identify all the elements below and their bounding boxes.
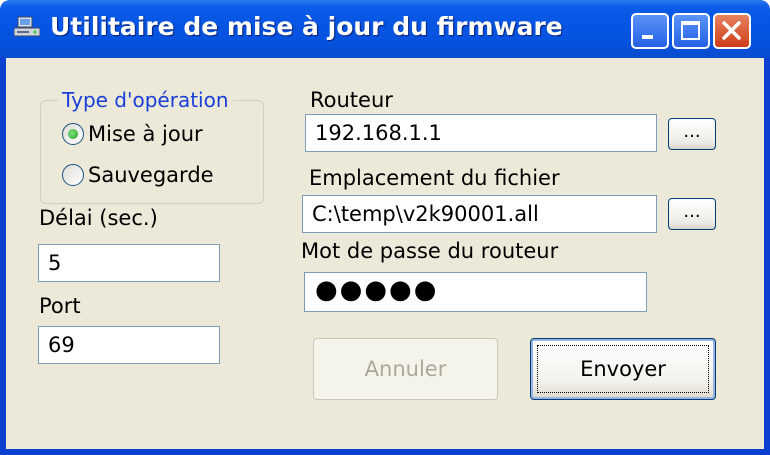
minimize-button[interactable] — [631, 13, 669, 49]
radio-update-option[interactable]: Mise à jour — [62, 121, 203, 147]
radio-update-label: Mise à jour — [88, 122, 203, 146]
operation-type-group — [40, 100, 264, 204]
maximize-button[interactable] — [672, 13, 710, 49]
port-input[interactable]: 69 — [38, 326, 220, 364]
file-browse-button[interactable]: ... — [668, 198, 716, 230]
close-icon — [722, 21, 741, 40]
file-location-input[interactable]: C:\temp\v2k90001.all — [302, 195, 657, 233]
minimize-icon — [642, 35, 653, 39]
router-address-input[interactable]: 192.168.1.1 — [305, 114, 657, 152]
radio-update[interactable] — [62, 123, 84, 145]
window-title: Utilitaire de mise à jour du firmware — [50, 12, 563, 41]
radio-backup-label: Sauvegarde — [88, 163, 214, 187]
radio-backup-option[interactable]: Sauvegarde — [62, 162, 214, 188]
cancel-button[interactable]: Annuler — [313, 338, 498, 400]
cancel-button-label: Annuler — [364, 357, 447, 381]
dialog-client-area: Type d'opération Mise à jour Sauvegarde … — [6, 58, 764, 449]
delay-input[interactable]: 5 — [38, 244, 220, 282]
close-button[interactable] — [713, 13, 751, 49]
title-bar[interactable]: Utilitaire de mise à jour du firmware — [0, 0, 770, 58]
router-browse-button[interactable]: ... — [668, 118, 716, 150]
router-label: Routeur — [310, 88, 393, 112]
radio-selected-dot — [68, 129, 78, 139]
send-button[interactable]: Envoyer — [530, 338, 716, 400]
port-label: Port — [39, 294, 81, 318]
radio-backup[interactable] — [62, 164, 84, 186]
maximize-icon — [681, 21, 700, 40]
operation-type-legend: Type d'opération — [58, 88, 233, 112]
delay-label: Délai (sec.) — [39, 206, 158, 230]
router-password-input[interactable]: ●●●●● — [304, 272, 647, 312]
send-button-label: Envoyer — [580, 357, 666, 381]
router-password-label: Mot de passe du routeur — [301, 239, 559, 263]
file-location-label: Emplacement du fichier — [309, 166, 560, 190]
firmware-utility-window: Utilitaire de mise à jour du firmware Ty… — [0, 0, 770, 455]
computer-disk-icon — [14, 16, 40, 37]
